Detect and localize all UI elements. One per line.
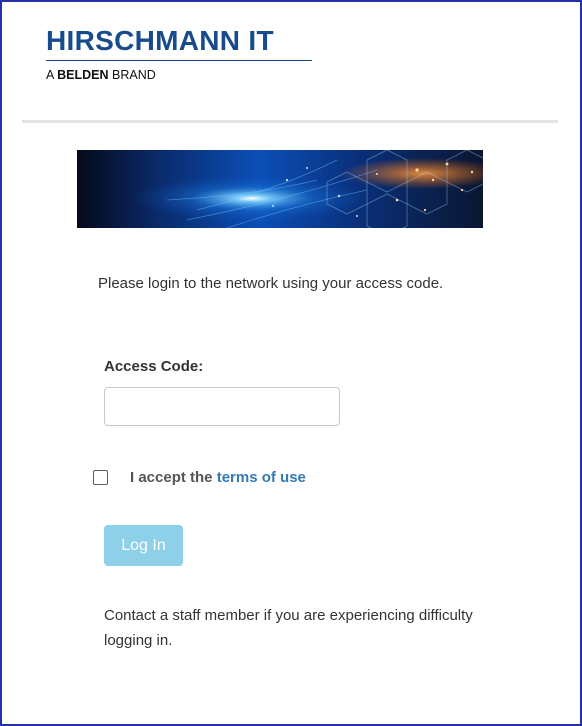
access-code-input[interactable]	[104, 387, 340, 426]
help-text: Contact a staff member if you are experi…	[104, 607, 473, 649]
network-banner-image	[77, 150, 483, 228]
logo-sub-prefix: A	[46, 68, 54, 82]
header-divider	[22, 120, 558, 123]
access-code-label: Access Code:	[104, 358, 204, 375]
logo-subtitle: A BELDEN BRAND	[46, 68, 312, 82]
logo-rule	[46, 60, 312, 61]
checkbox-icon[interactable]	[93, 469, 108, 485]
terms-prefix: I accept the	[130, 468, 213, 486]
login-button[interactable]: Log In	[104, 525, 183, 566]
terms-of-use-link[interactable]: terms of use	[217, 469, 306, 486]
logo-title: HIRSCHMANN IT	[46, 25, 274, 56]
terms-row: I accept the terms of use	[93, 467, 306, 487]
intro-text: Please login to the network using your a…	[98, 275, 444, 292]
logo-sub-suffix: BRAND	[112, 68, 156, 82]
terms-text: I accept the terms of use	[130, 469, 306, 486]
hirschmann-logo: HIRSCHMANN IT A BELDEN BRAND	[46, 26, 312, 82]
logo-sub-brand: BELDEN	[57, 68, 109, 82]
